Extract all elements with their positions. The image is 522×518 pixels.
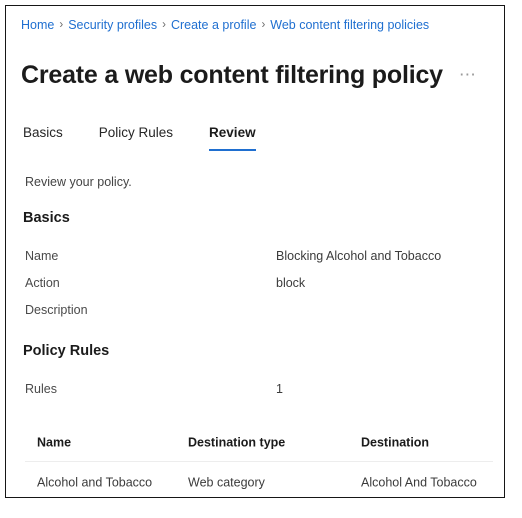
title-row: Create a web content filtering policy ⋯ xyxy=(21,42,477,108)
section-heading-policy-rules: Policy Rules xyxy=(23,343,110,359)
field-label-name: Name xyxy=(25,249,59,263)
field-row-action: Action block xyxy=(6,275,504,299)
tab-list: Basics Policy Rules Review xyxy=(23,124,256,151)
blade-content: Home › Security profiles › Create a prof… xyxy=(6,6,504,497)
screenshot-root: Home › Security profiles › Create a prof… xyxy=(0,0,522,518)
breadcrumb-item-create-a-profile[interactable]: Create a profile xyxy=(171,16,256,34)
field-label-rules: Rules xyxy=(25,382,57,396)
field-value-rules: 1 xyxy=(276,382,283,396)
azure-portal-blade: Home › Security profiles › Create a prof… xyxy=(5,5,505,498)
column-header-destination-type: Destination type xyxy=(188,435,286,449)
policy-rules-table: Name Destination type Destination Alcoho… xyxy=(25,424,493,497)
breadcrumb-separator-icon: › xyxy=(59,19,64,31)
review-subtitle: Review your policy. xyxy=(25,175,132,189)
field-row-name: Name Blocking Alcohol and Tobacco xyxy=(6,248,504,272)
breadcrumb-item-security-profiles[interactable]: Security profiles xyxy=(68,16,157,34)
column-header-destination: Destination xyxy=(361,435,430,449)
tab-policy-rules[interactable]: Policy Rules xyxy=(99,124,173,151)
breadcrumb-separator-icon: › xyxy=(162,19,166,31)
field-value-action: block xyxy=(276,276,306,290)
page-title: Create a web content filtering policy xyxy=(21,60,443,89)
field-value-name: Blocking Alcohol and Tobacco xyxy=(276,249,442,263)
column-header-name: Name xyxy=(37,435,72,449)
breadcrumb-separator-icon: › xyxy=(261,19,266,31)
table-row[interactable]: Alcohol and Tobacco Web category Alcohol… xyxy=(25,461,493,497)
breadcrumb-item-web-content-filtering-policies[interactable]: Web content filtering policies xyxy=(270,16,429,34)
breadcrumb-item-home[interactable]: Home xyxy=(21,16,54,34)
cell-destination: Alcohol And Tobacco xyxy=(361,475,477,489)
cell-name: Alcohol and Tobacco xyxy=(37,475,153,489)
field-label-description: Description xyxy=(25,303,88,317)
field-label-action: Action xyxy=(25,276,60,290)
tab-review[interactable]: Review xyxy=(209,124,256,151)
tab-basics[interactable]: Basics xyxy=(23,124,63,151)
cell-destination-type: Web category xyxy=(188,475,265,489)
field-row-description: Description xyxy=(6,302,504,326)
section-heading-basics: Basics xyxy=(23,210,70,226)
table-header-row: Name Destination type Destination xyxy=(25,424,493,461)
more-actions-icon[interactable]: ⋯ xyxy=(459,66,477,83)
breadcrumb: Home › Security profiles › Create a prof… xyxy=(21,16,429,34)
field-row-rules: Rules 1 xyxy=(6,381,504,405)
